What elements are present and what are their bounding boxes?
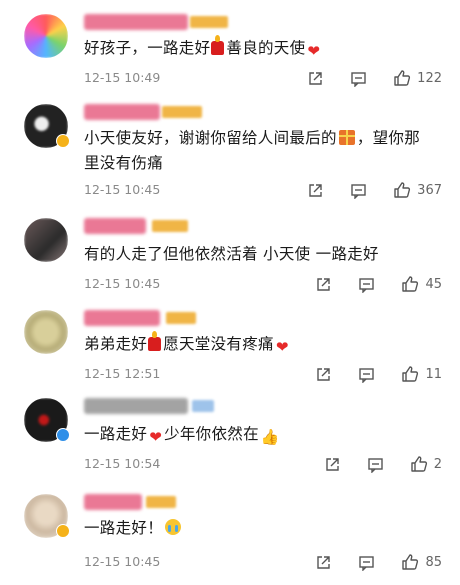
share-button[interactable] [315, 554, 332, 571]
like-count: 85 [425, 554, 442, 570]
like-button[interactable]: 367 [393, 181, 442, 199]
comment-button[interactable] [350, 70, 367, 87]
user-badge [146, 496, 176, 508]
share-icon [317, 277, 331, 291]
share-icon [309, 71, 322, 85]
candle-emoji-icon [148, 331, 162, 351]
thumbs-up-icon [411, 456, 427, 472]
comment-text: 弟弟走好 愿天堂没有疼痛 ❤ [84, 331, 289, 356]
like-count: 2 [433, 456, 442, 472]
thumbs-up-icon [394, 70, 411, 86]
comment-icon [351, 183, 366, 199]
heart-emoji-icon: ❤ [275, 338, 289, 356]
candle-emoji-icon [211, 35, 225, 55]
comment-text: 好孩子，一路走好 善良的天使 ❤ [84, 35, 321, 60]
comment-text: 一路走好 ❤ 少年你依然在 👍 [84, 425, 280, 446]
comment-button[interactable] [358, 554, 375, 571]
comment-meta: 12-15 10:49 122 [84, 70, 460, 88]
verified-badge-icon [56, 524, 70, 538]
user-badge [190, 16, 228, 28]
comment-time: 12-15 10:45 [84, 554, 161, 569]
comment-icon [359, 277, 375, 293]
avatar[interactable] [24, 14, 68, 58]
share-button[interactable] [307, 182, 324, 199]
comment-time: 12-15 12:51 [84, 366, 161, 381]
heart-emoji-icon: ❤ [307, 42, 321, 60]
user-badge [162, 106, 202, 118]
username-blurred[interactable] [84, 104, 160, 120]
share-icon [317, 367, 331, 381]
thumbs-up-emoji-icon: 👍 [260, 428, 280, 446]
comment-time: 12-15 10:54 [84, 456, 161, 471]
heart-emoji-icon: ❤ [149, 428, 163, 446]
comment-time: 12-15 10:49 [84, 70, 161, 85]
comment-text: 一路走好！ [84, 516, 444, 541]
verified-badge-icon [56, 428, 70, 442]
username-blurred[interactable] [84, 218, 146, 234]
like-button[interactable]: 122 [393, 69, 442, 87]
comment-meta: 12-15 12:51 11 [84, 366, 460, 384]
username-blurred[interactable] [84, 398, 188, 414]
comment-button[interactable] [367, 456, 384, 473]
username-blurred[interactable] [84, 310, 160, 326]
like-button[interactable]: 85 [401, 553, 442, 571]
user-badge [192, 400, 214, 412]
user-badge [166, 312, 196, 324]
comment-icon [368, 457, 383, 473]
comment-meta: 12-15 10:54 2 [84, 456, 460, 474]
verified-badge-icon [56, 134, 70, 148]
share-button[interactable] [324, 456, 341, 473]
thumbs-up-icon [402, 366, 419, 382]
like-count: 122 [417, 70, 442, 86]
like-button[interactable]: 2 [410, 455, 442, 473]
share-icon [326, 457, 339, 471]
share-icon [317, 555, 331, 569]
gift-emoji-icon [338, 130, 355, 145]
share-button[interactable] [315, 276, 332, 293]
share-button[interactable] [315, 366, 332, 383]
comment-time: 12-15 10:45 [84, 276, 161, 291]
share-icon [309, 183, 322, 197]
share-button[interactable] [307, 70, 324, 87]
like-count: 11 [425, 366, 442, 382]
comment-text: 小天使友好，谢谢你留给人间最后的 ，望你那 里没有伤痛 [84, 129, 421, 172]
comment-icon [359, 367, 375, 383]
comment-icon [359, 555, 375, 571]
like-button[interactable]: 45 [401, 275, 442, 293]
crying-emoji-icon [165, 519, 182, 535]
comment-text: 有的人走了但他依然活着 小天使 一路走好 [84, 245, 379, 263]
comment-meta: 12-15 10:45 85 [84, 554, 460, 572]
like-count: 45 [425, 276, 442, 292]
comment-time: 12-15 10:45 [84, 182, 161, 197]
comment-button[interactable] [350, 182, 367, 199]
comment-meta: 12-15 10:45 45 [84, 276, 460, 294]
comment-icon [351, 71, 366, 87]
like-count: 367 [417, 182, 442, 198]
comment-button[interactable] [358, 366, 375, 383]
thumbs-up-icon [394, 182, 411, 198]
avatar[interactable] [24, 310, 68, 354]
user-badge [152, 220, 188, 232]
avatar[interactable] [24, 218, 68, 262]
thumbs-up-icon [402, 276, 419, 292]
like-button[interactable]: 11 [401, 365, 442, 383]
thumbs-up-icon [402, 554, 419, 570]
username-blurred[interactable] [84, 14, 188, 30]
comment-button[interactable] [358, 276, 375, 293]
username-blurred[interactable] [84, 494, 142, 510]
comment-meta: 12-15 10:45 367 [84, 182, 460, 200]
